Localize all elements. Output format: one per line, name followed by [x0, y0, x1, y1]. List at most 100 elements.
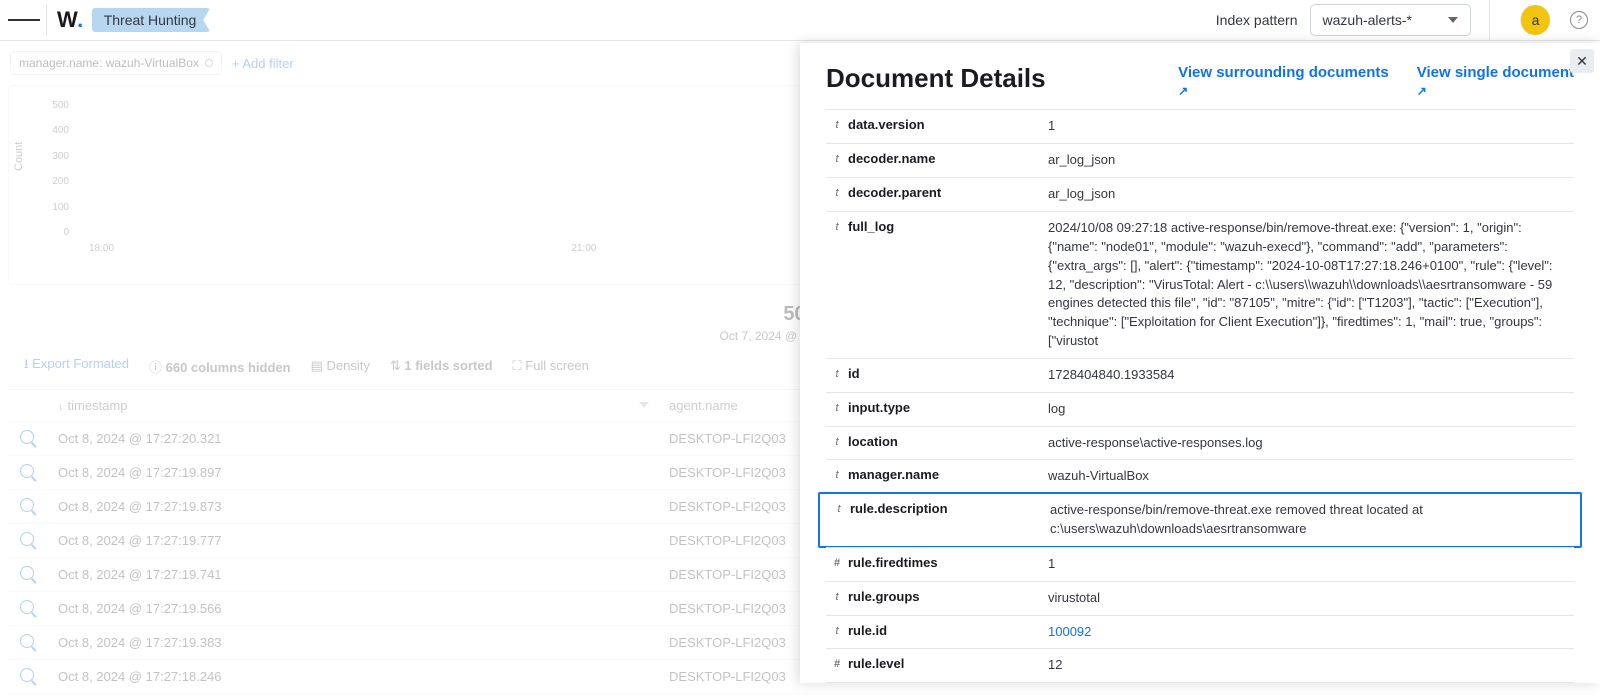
field-key: rule.level [848, 656, 1048, 675]
topbar: W. Threat Hunting Index pattern wazuh-al… [0, 0, 1600, 41]
field-type-icon: t [826, 623, 848, 642]
fields-list: t data.version 1t decoder.name ar_log_js… [826, 109, 1574, 683]
field-key: rule.groups [848, 589, 1048, 608]
density-button[interactable]: ▤ Density [311, 358, 370, 374]
cell-timestamp: Oct 8, 2024 @ 17:27:19.383 [46, 626, 657, 660]
field-key: rule.id [848, 623, 1048, 642]
col-timestamp[interactable]: timestamp [46, 390, 657, 422]
field-type-icon: t [826, 151, 848, 170]
avatar-wrap: a [1489, 0, 1570, 41]
field-type-icon: t [828, 501, 850, 539]
field-key: decoder.parent [848, 185, 1048, 204]
y-axis-label: Count [13, 142, 25, 171]
field-row: t input.type log [826, 392, 1574, 426]
menu-button[interactable] [8, 4, 40, 36]
close-button[interactable]: ✕ [1570, 49, 1594, 73]
index-pattern-label: Index pattern [1216, 12, 1298, 28]
user-avatar[interactable]: a [1520, 5, 1550, 35]
field-value: ar_log_json [1048, 151, 1574, 170]
field-row: t manager.name wazuh-VirtualBox [826, 459, 1574, 493]
field-row: t id 1728404840.1933584 [826, 358, 1574, 392]
field-type-icon: # [826, 656, 848, 675]
inspect-icon[interactable] [20, 498, 34, 512]
view-surrounding-link[interactable]: View surrounding documents↗ [1178, 63, 1389, 99]
field-key: full_log [848, 219, 1048, 351]
inspect-icon[interactable] [20, 668, 34, 682]
field-key: manager.name [848, 467, 1048, 486]
external-link-icon: ↗ [1417, 83, 1574, 99]
export-button[interactable]: ⭳ Export Formated [24, 355, 129, 377]
field-row: t decoder.name ar_log_json [826, 143, 1574, 177]
view-single-link[interactable]: View single document↗ [1417, 63, 1574, 99]
field-value: 1728404840.1933584 [1048, 366, 1574, 385]
fullscreen-button[interactable]: ⛶ Full screen [513, 358, 589, 374]
field-value: 100092 [1048, 623, 1574, 642]
help-icon[interactable]: ? [1570, 11, 1588, 29]
divider [46, 4, 47, 36]
field-value: active-response\active-responses.log [1048, 434, 1574, 453]
field-row: t full_log 2024/10/08 09:27:18 active-re… [826, 211, 1574, 358]
field-row: # rule.level 12 [826, 648, 1574, 682]
field-key: input.type [848, 400, 1048, 419]
inspect-icon[interactable] [20, 532, 34, 546]
field-type-icon: t [826, 219, 848, 351]
field-key: data.version [848, 117, 1048, 136]
breadcrumb[interactable]: Threat Hunting [92, 8, 211, 32]
inspect-icon[interactable] [20, 566, 34, 580]
field-value: 1 [1048, 117, 1574, 136]
field-row: t decoder.parent ar_log_json [826, 177, 1574, 211]
field-key: id [848, 366, 1048, 385]
field-type-icon: t [826, 434, 848, 453]
field-type-icon: t [826, 366, 848, 385]
cell-timestamp: Oct 8, 2024 @ 17:27:20.321 [46, 422, 657, 456]
cell-timestamp: Oct 8, 2024 @ 17:27:19.873 [46, 490, 657, 524]
field-value: 2024/10/08 09:27:18 active-response/bin/… [1048, 219, 1574, 351]
field-row: t data.version 1 [826, 109, 1574, 143]
cell-timestamp: Oct 8, 2024 @ 17:27:19.741 [46, 558, 657, 592]
field-value: ar_log_json [1048, 185, 1574, 204]
external-link-icon: ↗ [1178, 83, 1389, 99]
field-row: t rule.groups virustotal [826, 581, 1574, 615]
filter-chip[interactable]: manager.name: wazuh-VirtualBox [10, 51, 222, 75]
field-key: decoder.name [848, 151, 1048, 170]
field-value: 1 [1048, 555, 1574, 574]
field-value: log [1048, 400, 1574, 419]
field-type-icon: t [826, 185, 848, 204]
field-value: active-response/bin/remove-threat.exe re… [1050, 501, 1572, 539]
index-pattern-select[interactable]: wazuh-alerts-* [1310, 4, 1471, 36]
field-row: t rule.id 100092 [826, 615, 1574, 649]
field-row: t rule.description active-response/bin/r… [818, 492, 1582, 548]
field-value: virustotal [1048, 589, 1574, 608]
flyout-title: Document Details [826, 63, 1046, 94]
field-type-icon: t [826, 400, 848, 419]
cell-timestamp: Oct 8, 2024 @ 17:27:19.897 [46, 456, 657, 490]
columns-hidden-button[interactable]: ⓘ 660 columns hidden [149, 357, 291, 376]
cell-timestamp: Oct 8, 2024 @ 17:27:19.566 [46, 592, 657, 626]
document-details-flyout: ✕ Document Details View surrounding docu… [800, 43, 1600, 683]
sort-button[interactable]: ⇅ 1 fields sorted [390, 358, 493, 374]
cell-timestamp: Oct 8, 2024 @ 17:27:19.777 [46, 524, 657, 558]
inspect-icon[interactable] [20, 634, 34, 648]
add-filter-button[interactable]: + Add filter [232, 56, 294, 71]
field-value-link[interactable]: 100092 [1048, 624, 1091, 639]
field-type-icon: t [826, 589, 848, 608]
chevron-down-icon [1448, 17, 1458, 23]
app-logo[interactable]: W. [57, 7, 84, 33]
field-type-icon: # [826, 555, 848, 574]
filter-chip-text: manager.name: wazuh-VirtualBox [19, 56, 199, 70]
field-row: # rule.firedtimes 1 [826, 547, 1574, 581]
inspect-icon[interactable] [20, 464, 34, 478]
pin-icon [205, 59, 213, 67]
field-key: location [848, 434, 1048, 453]
field-type-icon: t [826, 117, 848, 136]
field-key: rule.description [850, 501, 1050, 539]
index-pattern-value: wazuh-alerts-* [1323, 12, 1412, 28]
field-value: 12 [1048, 656, 1574, 675]
inspect-icon[interactable] [20, 600, 34, 614]
field-row: t location active-response\active-respon… [826, 426, 1574, 460]
field-type-icon: t [826, 467, 848, 486]
inspect-icon[interactable] [20, 430, 34, 444]
field-key: rule.firedtimes [848, 555, 1048, 574]
cell-timestamp: Oct 8, 2024 @ 17:27:18.246 [46, 660, 657, 694]
y-ticks: 5004003002001000 [39, 100, 69, 238]
